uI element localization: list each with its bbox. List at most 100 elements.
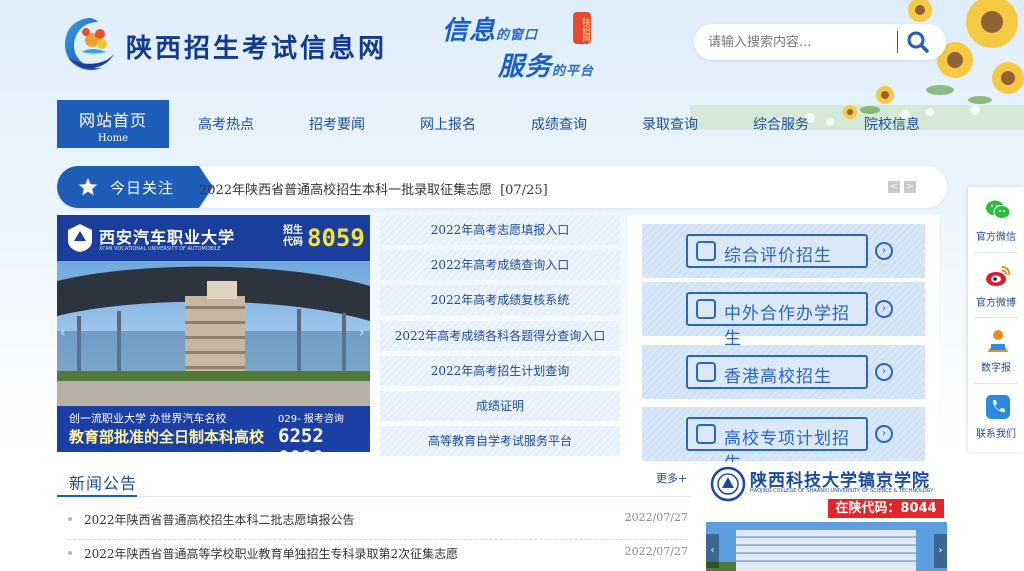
banner-phone: 6252 0000 (278, 425, 324, 452)
float-item-weibo[interactable]: 官方微博 (968, 253, 1024, 317)
feature-pill: 综合评价招生 (686, 234, 868, 268)
news-item[interactable]: 2022年陕西省普通高校招生本科二批志愿填报公告 2022/07/27 (68, 509, 688, 531)
document-icon (696, 362, 716, 382)
bullet-icon (68, 517, 72, 521)
quick-link-plan-query[interactable]: 2022年高考招生计划查询 (380, 356, 620, 386)
bullet-icon (68, 551, 72, 555)
chevron-right-icon: › (875, 242, 893, 260)
quick-link-score-query[interactable]: 2022年高考成绩查询入口 (380, 250, 620, 280)
news-title-underline (57, 495, 137, 497)
main-nav: 网站首页 Home 高考热点 招考要闻 网上报名 成绩查询 录取查询 综合服务 … (0, 100, 1024, 148)
slogan-seal: 陕招网 (573, 12, 591, 44)
quick-link-score-certificate[interactable]: 成绩证明 (380, 391, 620, 421)
news-item-date: 2022/07/27 (624, 545, 688, 558)
nav-item-exam-news[interactable]: 招考要闻 (309, 114, 365, 134)
side-float-bar: 官方微信 官方微博 数字报 联系我们 (968, 187, 1024, 452)
banner-motto: 创一流职业大学 办世界汽车名校 (69, 412, 227, 425)
slogan-word-platform: 的平台 (552, 64, 595, 79)
banner-header: 西安汽车职业大学 XI'AN VOCATIONAL UNIVERSITY OF … (57, 215, 370, 261)
feature-label: 中外合作办学招生 (724, 304, 850, 349)
feature-sino-foreign[interactable]: 中外合作办学招生 › (642, 282, 925, 349)
today-prev-button[interactable]: < (888, 181, 900, 193)
banner-prev-button[interactable]: ‹ (60, 325, 66, 341)
news-divider (57, 496, 691, 497)
reader-icon (988, 330, 1008, 352)
chevron-right-icon: › (875, 363, 893, 381)
float-item-digital-paper[interactable]: 数字报 (968, 318, 1024, 382)
search-icon[interactable] (906, 30, 930, 54)
news-item-title: 2022年陕西省普通高校招生本科二批志愿填报公告 (84, 513, 355, 527)
today-headline-date: [07/25] (500, 183, 548, 198)
feature-label: 综合评价招生 (724, 246, 832, 266)
nav-home-label-en: Home (97, 133, 129, 144)
news-separator (68, 539, 688, 540)
news-item[interactable]: 2022年陕西省普通高等学校职业教育单独招生专科录取第2次征集志愿 2022/0… (68, 543, 688, 565)
nav-item-home[interactable]: 网站首页 Home (57, 100, 169, 148)
college-ad[interactable]: 陕西科技大学镐京学院 HAOJING COLLEGE OF SHAANXI UN… (706, 462, 947, 571)
nav-item-services[interactable]: 综合服务 (753, 114, 809, 134)
document-icon (696, 241, 716, 261)
ad-enrollment-code: 在陕代码：8044 (828, 499, 944, 518)
banner-code-label-line1: 招生 (283, 225, 303, 236)
quick-link-self-study-platform[interactable]: 高等教育自学考试服务平台 (380, 426, 620, 456)
feature-special-plan[interactable]: 高校专项计划招生 › (642, 407, 925, 474)
banner-code-label-line2: 代码 (283, 237, 303, 248)
chevron-right-icon: › (875, 300, 893, 318)
today-next-button[interactable]: > (904, 181, 916, 193)
wechat-icon (986, 200, 1011, 219)
today-focus-label: 今日关注 (110, 179, 175, 197)
site-title: 陕西招生考试信息网 (126, 34, 388, 64)
banner-phone-label: 029- 报考咨询 (278, 414, 344, 425)
today-headline: 2022年陕西省普通高校招生本科一批录取征集志愿 (199, 183, 493, 198)
search-divider (897, 31, 898, 53)
feature-pill: 中外合作办学招生 (686, 292, 868, 349)
banner-accreditation: 教育部批准的全日制本科高校 (69, 428, 265, 446)
nav-item-school-info[interactable]: 院校信息 (864, 114, 920, 134)
quick-link-volunteer-entry[interactable]: 2022年高考志愿填报入口 (380, 215, 620, 245)
feature-label: 香港高校招生 (724, 367, 832, 387)
float-item-label: 官方微信 (976, 232, 1016, 243)
weibo-icon (986, 266, 1011, 286)
site-logo[interactable] (58, 14, 120, 76)
slogan-word-info: 信息 (442, 16, 497, 46)
document-icon (696, 424, 716, 444)
banner-school-name-en: XI'AN VOCATIONAL UNIVERSITY OF AUTOMOBIL… (99, 246, 221, 252)
today-headline-link[interactable]: 2022年陕西省普通高校招生本科一批录取征集志愿 [07/25] (199, 179, 548, 198)
banner-school-name: 西安汽车职业大学 (99, 228, 236, 247)
quick-link-score-review[interactable]: 2022年高考成绩复核系统 (380, 285, 620, 315)
slogan-word-window: 的窗口 (496, 28, 539, 43)
ad-next-button[interactable]: › (934, 534, 947, 568)
ad-header: 陕西科技大学镐京学院 HAOJING COLLEGE OF SHAANXI UN… (706, 462, 947, 522)
float-item-label: 联系我们 (976, 429, 1016, 440)
feature-pill: 香港高校招生 (686, 355, 868, 389)
news-item-title: 2022年陕西省普通高等学校职业教育单独招生专科录取第2次征集志愿 (84, 547, 459, 561)
float-item-wechat[interactable]: 官方微信 (968, 187, 1024, 251)
news-item-date: 2022/07/27 (624, 511, 688, 524)
nav-item-online-registration[interactable]: 网上报名 (420, 114, 476, 134)
banner-carousel[interactable]: 西安汽车职业大学 XI'AN VOCATIONAL UNIVERSITY OF … (57, 215, 370, 452)
today-focus-bar: 今日关注 2022年陕西省普通高校招生本科一批录取征集志愿 [07/25] < > (57, 166, 947, 208)
nav-item-score-query[interactable]: 成绩查询 (531, 114, 587, 134)
nav-item-admission-query[interactable]: 录取查询 (642, 114, 698, 134)
star-icon (78, 178, 98, 196)
news-more-link[interactable]: 更多+ (656, 470, 687, 486)
campus-photo (57, 261, 370, 406)
slogan-word-service: 服务 (498, 52, 553, 82)
ad-college-name-en: HAOJING COLLEGE OF SHAANXI UNIVERSITY OF… (750, 488, 934, 494)
float-item-label: 官方微博 (976, 298, 1016, 309)
float-item-label: 数字报 (981, 363, 1011, 374)
feature-comprehensive-evaluation[interactable]: 综合评价招生 › (642, 224, 925, 278)
banner-next-button[interactable]: › (359, 325, 365, 341)
ad-prev-button[interactable]: ‹ (706, 534, 719, 568)
quick-link-item-score-query[interactable]: 2022年高考成绩各科各题得分查询入口 (380, 321, 620, 351)
feature-pill: 高校专项计划招生 (686, 417, 868, 474)
search-input[interactable] (708, 32, 888, 52)
news-section-title[interactable]: 新闻公告 (57, 462, 137, 496)
feature-panel: 综合评价招生 › 中外合作办学招生 › 香港高校招生 › 高校专项计划招生 › (628, 215, 939, 474)
nav-item-gaokao-hot[interactable]: 高考热点 (198, 114, 254, 134)
search-box (694, 24, 946, 60)
school-emblem-icon (68, 224, 92, 252)
banner-code-label: 招生 代码 (283, 225, 303, 249)
feature-hong-kong[interactable]: 香港高校招生 › (642, 345, 925, 399)
float-item-contact[interactable]: 联系我们 (968, 384, 1024, 448)
